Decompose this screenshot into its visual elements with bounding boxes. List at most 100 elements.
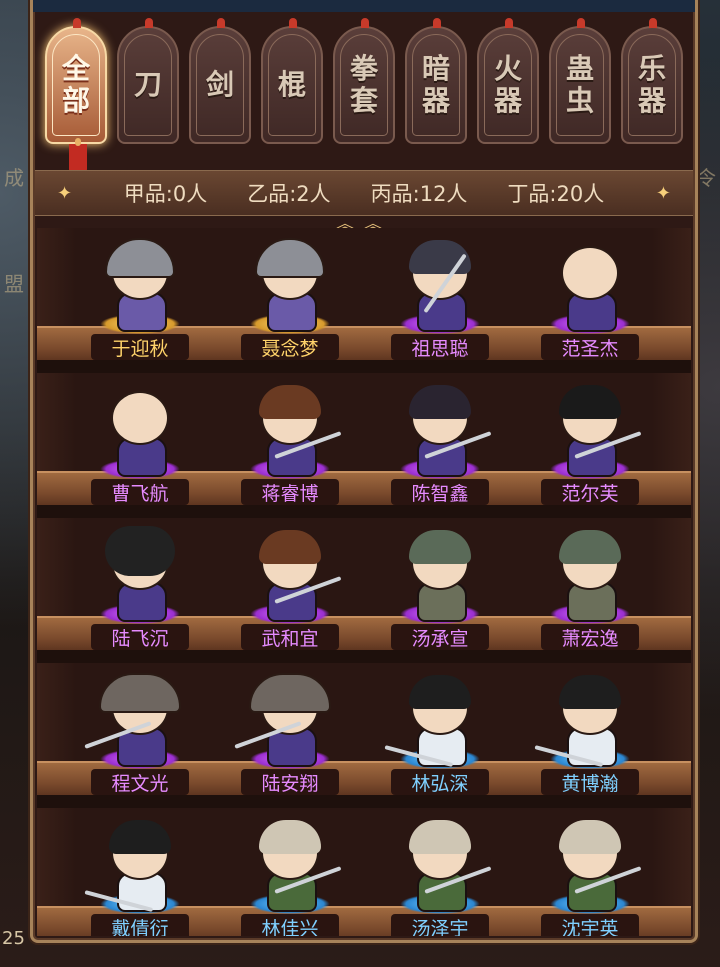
hero-name: 汤泽宇 [391, 914, 489, 936]
tab-label: 刀 [133, 68, 162, 101]
hero-card[interactable]: 汤承宣 [365, 522, 515, 652]
hero-card[interactable]: 汤泽宇 [365, 812, 515, 936]
background-decoration: 令 [696, 166, 716, 190]
hero-name: 曹飞航 [91, 479, 189, 505]
hero-hair [109, 820, 171, 854]
tab-frame: 火器 [484, 34, 532, 136]
hero-card[interactable]: 聂念梦 [215, 232, 365, 362]
tab-category[interactable]: 乐器 [621, 18, 683, 144]
hero-hair [409, 530, 471, 564]
hero-shelves: 于迎秋 聂念梦 祖思聪 范圣杰曹飞航 蒋睿博 陈智鑫 范尔芙陆飞沉 武和宜 汤承宣 萧宏逸程文光 陆… [37, 228, 691, 936]
tab-category[interactable]: 棍 [261, 18, 323, 144]
hero-name: 陈智鑫 [391, 479, 489, 505]
hero-name: 林弘深 [391, 769, 489, 795]
side-level-badge: 25 [2, 928, 25, 949]
helmet-icon [105, 238, 175, 278]
hero-name: 戴倩衍 [91, 914, 189, 936]
tab-label: 火器 [493, 52, 522, 117]
hero-card[interactable]: 萧宏逸 [515, 522, 665, 652]
tab-label: 拳套 [349, 52, 378, 117]
hero-hair [409, 675, 471, 709]
tab-frame: 刀 [124, 34, 172, 136]
tab-category[interactable]: 拳套 [333, 18, 395, 144]
hero-card[interactable]: 陈智鑫 [365, 377, 515, 507]
background-decoration: 盟 [4, 272, 24, 296]
tab-label: 蛊虫 [565, 52, 594, 117]
hero-hair [259, 385, 321, 419]
hero-name: 林佳兴 [241, 914, 339, 936]
tab-frame: 蛊虫 [556, 34, 604, 136]
hero-hair [259, 820, 321, 854]
hero-name: 黄博瀚 [541, 769, 639, 795]
quality-count-yi: 乙品:2人 [247, 182, 331, 206]
tab-category[interactable]: 全部 [45, 18, 107, 178]
star-decoration-icon: ✦ [655, 183, 671, 204]
hero-card[interactable]: 黄博瀚 [515, 667, 665, 797]
hero-head [561, 246, 619, 300]
background-decoration: 成 [4, 166, 24, 190]
tab-frame: 棍 [268, 34, 316, 136]
hero-card[interactable]: 武和宜 [215, 522, 365, 652]
hero-name: 范圣杰 [541, 334, 639, 360]
hero-name: 祖思聪 [391, 334, 489, 360]
hero-hair [409, 820, 471, 854]
tab-frame: 剑 [196, 34, 244, 136]
quality-count-ding: 丁品:20人 [507, 182, 605, 206]
tab-label: 剑 [205, 68, 234, 101]
hero-card[interactable]: 程文光 [65, 667, 215, 797]
hero-card[interactable]: 范圣杰 [515, 232, 665, 362]
quality-count-jia: 甲品:0人 [123, 182, 208, 206]
hero-card[interactable]: 祖思聪 [365, 232, 515, 362]
hero-name: 聂念梦 [241, 334, 339, 360]
hero-card[interactable]: 林佳兴 [215, 812, 365, 936]
tab-label: 暗器 [421, 52, 450, 117]
hero-hair [105, 526, 175, 576]
tab-category[interactable]: 暗器 [405, 18, 467, 144]
tab-frame: 暗器 [412, 34, 460, 136]
weapon-category-tabs: 全部 刀 剑 棍 拳套 暗器 火器 蛊虫 乐器 [45, 16, 685, 178]
tab-frame: 全部 [52, 34, 100, 136]
hero-card[interactable]: 陆安翔 [215, 667, 365, 797]
hero-name: 蒋睿博 [241, 479, 339, 505]
quality-count-bing: 丙品:12人 [370, 182, 468, 206]
hero-hair [559, 820, 621, 854]
hero-card[interactable]: 林弘深 [365, 667, 515, 797]
hero-hair [259, 530, 321, 564]
panel-top-bar [33, 0, 695, 12]
hero-hair [559, 385, 621, 419]
tab-frame: 拳套 [340, 34, 388, 136]
hero-roster-panel: 全部 刀 剑 棍 拳套 暗器 火器 蛊虫 乐器 ✦ 甲品:0人 乙品:2人 丙品:12人 丁品:… [30, 0, 698, 943]
tab-category[interactable]: 刀 [117, 18, 179, 144]
tab-label: 乐器 [637, 52, 666, 117]
hero-hair [559, 675, 621, 709]
tab-category[interactable]: 剑 [189, 18, 251, 144]
hero-card[interactable]: 陆飞沉 [65, 522, 215, 652]
hero-card[interactable]: 沈宇英 [515, 812, 665, 936]
tab-category[interactable]: 蛊虫 [549, 18, 611, 144]
hero-name: 陆飞沉 [91, 624, 189, 650]
hero-head [111, 391, 169, 445]
hero-card[interactable]: 戴倩衍 [65, 812, 215, 936]
hero-name: 沈宇英 [541, 914, 639, 936]
helmet-icon [255, 238, 325, 278]
helmet-icon [249, 673, 331, 713]
hero-name: 萧宏逸 [541, 624, 639, 650]
hero-name: 汤承宣 [391, 624, 489, 650]
hero-name: 程文光 [91, 769, 189, 795]
helmet-icon [99, 673, 181, 713]
hero-name: 武和宜 [241, 624, 339, 650]
hero-name: 陆安翔 [241, 769, 339, 795]
tab-category[interactable]: 火器 [477, 18, 539, 144]
hero-card[interactable]: 范尔芙 [515, 377, 665, 507]
hero-name: 于迎秋 [91, 334, 189, 360]
hero-hair [559, 530, 621, 564]
hero-name: 范尔芙 [541, 479, 639, 505]
hero-card[interactable]: 蒋睿博 [215, 377, 365, 507]
hero-card[interactable]: 于迎秋 [65, 232, 215, 362]
tab-label: 棍 [277, 68, 306, 101]
hero-hair [409, 385, 471, 419]
hero-card[interactable]: 曹飞航 [65, 377, 215, 507]
star-decoration-icon: ✦ [57, 183, 73, 204]
tab-frame: 乐器 [628, 34, 676, 136]
tab-label: 全部 [61, 52, 90, 117]
